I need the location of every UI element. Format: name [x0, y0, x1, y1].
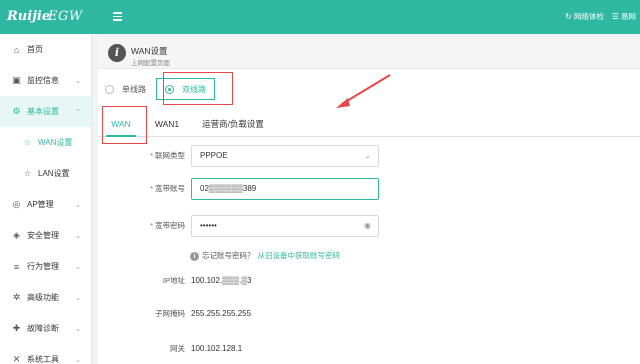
product-name: EGW — [48, 9, 83, 24]
conn-type-select[interactable]: PPPOE ⌄ — [191, 145, 379, 167]
chevron-down-icon: ⌄ — [75, 263, 81, 271]
user-icon: ☰ — [611, 12, 619, 21]
user-menu-button[interactable]: ☰ 易网 — [612, 11, 636, 22]
main-content: i WAN设置 上网配置页面 单线路 双线路 WAN WAN1 运营商/负载设置… — [98, 38, 640, 364]
password-input[interactable]: •••••• ◉ — [191, 215, 379, 237]
wan-tabs: WAN WAN1 运营商/负载设置 — [98, 111, 640, 137]
gateway-label: 网关 — [170, 344, 185, 353]
monitor-icon: ▣ — [12, 75, 21, 85]
mask-value: 255.255.255.255 — [191, 309, 252, 318]
chevron-down-icon: ⌄ — [75, 356, 81, 364]
star-icon: ☆ — [23, 138, 32, 147]
mask-label: 子网掩码 — [155, 309, 185, 318]
eye-icon[interactable]: ◉ — [364, 216, 371, 236]
chevron-down-icon: ⌄ — [75, 232, 81, 240]
network-check-button[interactable]: ↻ 网络体检 — [565, 11, 604, 22]
conn-type-label: 联网类型 — [155, 151, 185, 160]
gateway-row: 网关 100.102.128.1 — [98, 338, 640, 360]
sidebar-item-behavior[interactable]: ≡ 行为管理 ⌄ — [0, 251, 91, 282]
chevron-down-icon: ⌄ — [75, 325, 81, 333]
sidebar-item-ap-management[interactable]: ◎ AP管理 ⌄ — [0, 189, 91, 220]
password-label: 宽带密码 — [155, 221, 185, 230]
mask-row: 子网掩码 255.255.255.255 — [98, 303, 640, 325]
sidebar-item-basic-settings[interactable]: ⚙ 基本设置 ⌃ — [0, 96, 91, 127]
sidebar-item-security[interactable]: ◈ 安全管理 ⌄ — [0, 220, 91, 251]
sidebar-item-tools[interactable]: ✕ 系统工具 ⌄ — [0, 344, 91, 364]
annotation-arrow — [336, 74, 391, 108]
forgot-password-hint: i 忘记账号密码？ 从旧设备中获取账号密码 — [190, 250, 340, 261]
conn-type-row: * 联网类型 PPPOE ⌄ — [98, 145, 640, 167]
home-icon: ⌂ — [13, 44, 20, 55]
top-bar: Ruijie EGW ↻ 网络体检 ☰ 易网 — [0, 0, 640, 34]
tab-isp-load[interactable]: 运营商/负载设置 — [192, 111, 274, 137]
sliders-icon: ≡ — [13, 261, 20, 272]
ip-row: IP地址 100.102.▒▒▒.▒3 — [98, 270, 640, 292]
top-actions: ↻ 网络体检 ☰ 易网 — [565, 11, 636, 22]
menu-toggle-icon[interactable] — [113, 10, 126, 22]
settings-icon: ✲ — [12, 292, 21, 302]
sidebar-item-advanced[interactable]: ✲ 高级功能 ⌄ — [0, 282, 91, 313]
page-header: i WAN设置 上网配置页面 — [98, 38, 640, 69]
info-icon: i — [108, 44, 126, 62]
chevron-down-icon: ⌄ — [75, 201, 81, 209]
wifi-icon: ◎ — [12, 199, 21, 209]
radio-dot-icon — [105, 84, 114, 94]
sidebar-item-wan-settings[interactable]: ☆ WAN设置 — [0, 127, 91, 158]
sidebar: ⌂ 首页 ▣ 监控信息 ⌄ ⚙ 基本设置 ⌃ ☆ WAN设置 ☆ LAN设置 ◎… — [0, 34, 92, 364]
sidebar-item-home[interactable]: ⌂ 首页 — [0, 34, 91, 65]
brand-logo: Ruijie — [7, 9, 51, 24]
ip-label: IP地址 — [162, 276, 185, 285]
gateway-value: 100.102.128.1 — [191, 344, 243, 353]
sidebar-item-lan-settings[interactable]: ☆ LAN设置 — [0, 158, 91, 189]
page-title: WAN设置 — [131, 46, 168, 56]
diagnose-icon: ✚ — [12, 323, 21, 333]
ip-value: 100.102.▒▒▒.▒3 — [191, 276, 252, 285]
account-label: 宽带账号 — [155, 184, 185, 193]
info-icon: i — [190, 252, 199, 261]
tools-icon: ✕ — [12, 354, 21, 364]
star-icon: ☆ — [23, 169, 32, 178]
highlight-box-dual-line — [163, 72, 233, 105]
chevron-up-icon: ⌃ — [75, 108, 81, 116]
tab-wan1[interactable]: WAN1 — [148, 111, 186, 137]
page-subtitle: 上网配置页面 — [131, 60, 170, 67]
account-row: * 宽带账号 02▒▒▒▒▒▒389 — [98, 178, 640, 200]
chevron-down-icon: ⌄ — [364, 151, 371, 160]
gear-icon: ⚙ — [12, 106, 21, 116]
password-row: * 宽带密码 •••••• ◉ — [98, 215, 640, 237]
sidebar-item-monitor[interactable]: ▣ 监控信息 ⌄ — [0, 65, 91, 96]
account-input[interactable]: 02▒▒▒▒▒▒389 — [191, 178, 379, 200]
get-account-link[interactable]: 从旧设备中获取账号密码 — [258, 251, 341, 260]
chevron-down-icon: ⌄ — [75, 294, 81, 302]
chevron-down-icon: ⌄ — [75, 77, 81, 85]
sidebar-item-diagnose[interactable]: ✚ 故障诊断 ⌄ — [0, 313, 91, 344]
network-check-icon: ↻ — [565, 12, 572, 21]
highlight-box-wan-tab — [102, 106, 147, 144]
shield-icon: ◈ — [13, 230, 20, 240]
single-line-radio[interactable]: 单线路 — [103, 78, 154, 100]
